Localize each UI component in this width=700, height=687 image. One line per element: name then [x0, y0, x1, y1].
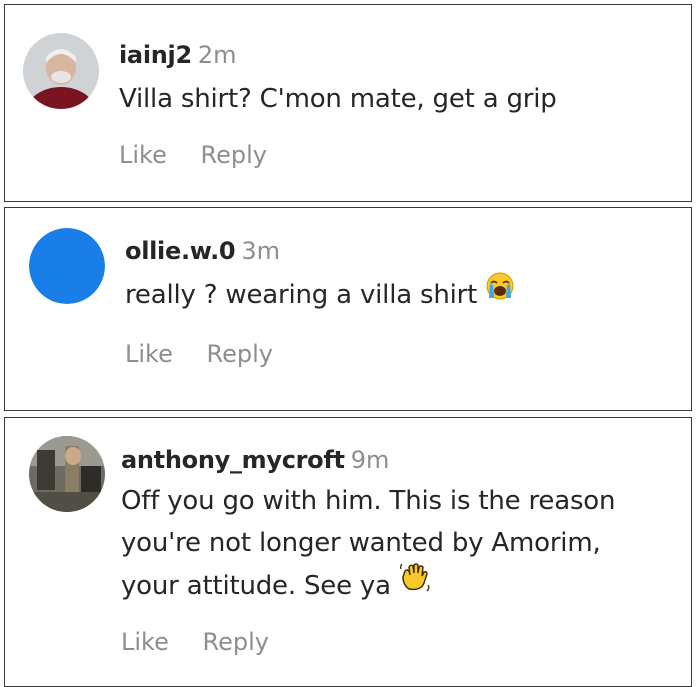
username[interactable]: anthony_mycroft — [121, 446, 345, 474]
user-photo-avatar-icon — [23, 33, 99, 109]
comment-meta: ollie.w.0 3m — [125, 236, 280, 266]
user-photo-avatar-icon — [29, 436, 105, 512]
comment-text-line-with-emoji: your attitude. See ya — [121, 561, 615, 609]
reply-button[interactable]: Reply — [201, 141, 267, 169]
blue-circle-avatar-icon — [29, 228, 105, 304]
comment-text-line: Off you go with him. This is the reason — [121, 486, 616, 516]
timestamp[interactable]: 9m — [351, 446, 390, 474]
comment-card: anthony_mycroft 9m Off you go with him. T… — [4, 417, 692, 687]
comment-card: iainj2 2m Villa shirt? C'mon mate, get a … — [4, 4, 692, 202]
comment-text-line: Villa shirt? C'mon mate, get a grip — [119, 84, 557, 114]
comment-actions: Like Reply — [119, 141, 267, 169]
reply-button[interactable]: Reply — [203, 628, 269, 656]
timestamp[interactable]: 3m — [241, 237, 280, 265]
avatar[interactable] — [23, 33, 99, 109]
comment-actions: Like Reply — [121, 628, 269, 656]
like-button[interactable]: Like — [119, 141, 167, 169]
comment-text: really ? wearing a villa shirt — [125, 271, 515, 317]
comment-text: Off you go with him. This is the reason … — [121, 480, 615, 609]
username[interactable]: ollie.w.0 — [125, 237, 236, 265]
avatar[interactable] — [29, 436, 105, 512]
comment-actions: Like Reply — [125, 340, 273, 368]
comment-meta: iainj2 2m — [119, 40, 237, 70]
avatar[interactable] — [29, 228, 105, 304]
comment-card: ollie.w.0 3m really ? wearing a villa shi… — [4, 207, 692, 411]
reply-button[interactable]: Reply — [207, 340, 273, 368]
like-button[interactable]: Like — [125, 340, 173, 368]
comment-text-line: really ? wearing a villa shirt — [125, 280, 478, 310]
comment-meta: anthony_mycroft 9m — [121, 445, 389, 475]
comment-text: Villa shirt? C'mon mate, get a grip — [119, 78, 557, 120]
like-button[interactable]: Like — [121, 628, 169, 656]
comment-text-line: you're not longer wanted by Amorim, — [121, 528, 601, 558]
timestamp[interactable]: 2m — [198, 41, 237, 69]
waving-hand-icon — [399, 561, 431, 606]
username[interactable]: iainj2 — [119, 41, 192, 69]
comment-text-line: your attitude. See ya — [121, 571, 391, 601]
loudly-crying-face-icon — [485, 271, 515, 314]
